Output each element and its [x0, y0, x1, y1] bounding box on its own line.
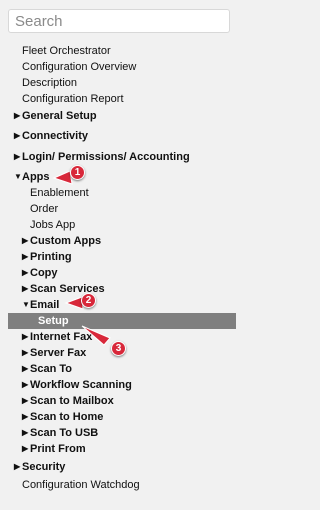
- nav-item-copy[interactable]: ▶ Copy: [22, 265, 58, 281]
- nav-item-configuration-overview[interactable]: Configuration Overview: [22, 59, 136, 75]
- nav-item-label: Scan To: [30, 363, 72, 375]
- nav-item-scan-to[interactable]: ▶ Scan To: [22, 361, 72, 377]
- nav-item-label: Scan to Mailbox: [30, 395, 114, 407]
- annotation-badge-3: 3: [111, 341, 126, 356]
- nav-item-email[interactable]: ▼Email: [22, 297, 59, 313]
- caret-right-icon: ▶: [22, 396, 29, 405]
- nav-item-login-permissions-accounting[interactable]: ▶ Login/ Permissions/ Accounting: [14, 149, 190, 165]
- caret-right-icon: ▶: [22, 348, 29, 357]
- caret-right-icon: ▶: [22, 268, 29, 277]
- annotation-badge-1: 1: [70, 165, 85, 180]
- caret-down-icon: ▼: [14, 172, 22, 181]
- nav-item-label: Configuration Watchdog: [22, 479, 140, 491]
- nav-item-label: Scan to Home: [30, 411, 104, 423]
- nav-item-label: General Setup: [22, 110, 97, 122]
- nav-item-server-fax[interactable]: ▶ Server Fax: [22, 345, 86, 361]
- nav-item-label: Configuration Report: [22, 93, 124, 105]
- nav-item-label: Configuration Overview: [22, 61, 137, 73]
- nav-item-label: Connectivity: [22, 130, 89, 142]
- nav-item-general-setup[interactable]: ▶ General Setup: [14, 108, 97, 124]
- caret-right-icon: ▶: [22, 428, 29, 437]
- nav-item-label: Scan To USB: [30, 427, 99, 439]
- nav-item-configuration-report[interactable]: Configuration Report: [22, 91, 124, 107]
- nav-item-setup[interactable]: Setup: [8, 313, 236, 329]
- nav-item-label: Security: [22, 461, 66, 473]
- navigation-panel: Fleet Orchestrator Configuration Overvie…: [0, 0, 254, 510]
- nav-item-label: Internet Fax: [30, 331, 93, 343]
- nav-item-printing[interactable]: ▶ Printing: [22, 249, 72, 265]
- nav-item-label: Server Fax: [30, 347, 87, 359]
- caret-right-icon: ▶: [22, 380, 29, 389]
- nav-item-label: Custom Apps: [30, 235, 102, 247]
- nav-item-scan-to-usb[interactable]: ▶ Scan To USB: [22, 425, 98, 441]
- nav-item-custom-apps[interactable]: ▶ Custom Apps: [22, 233, 101, 249]
- caret-right-icon: ▶: [22, 284, 29, 293]
- nav-item-internet-fax[interactable]: ▶ Internet Fax: [22, 329, 92, 345]
- nav-item-label: Enablement: [30, 187, 89, 199]
- nav-item-label: Printing: [30, 251, 72, 263]
- nav-item-workflow-scanning[interactable]: ▶ Workflow Scanning: [22, 377, 132, 393]
- nav-item-label: Setup: [38, 315, 69, 327]
- caret-right-icon: ▶: [14, 111, 21, 120]
- nav-item-order[interactable]: Order: [30, 201, 58, 217]
- caret-right-icon: ▶: [22, 444, 29, 453]
- search-input[interactable]: [8, 9, 230, 33]
- nav-item-apps[interactable]: ▼Apps: [14, 169, 50, 185]
- nav-item-label: Copy: [30, 267, 58, 279]
- caret-right-icon: ▶: [14, 152, 21, 161]
- nav-item-label: Apps: [22, 171, 50, 183]
- nav-item-jobs-app[interactable]: Jobs App: [30, 217, 75, 233]
- nav-item-label: Workflow Scanning: [30, 379, 132, 391]
- nav-item-scan-to-home[interactable]: ▶ Scan to Home: [22, 409, 103, 425]
- nav-item-label: Login/ Permissions/ Accounting: [22, 151, 190, 163]
- caret-right-icon: ▶: [22, 236, 29, 245]
- caret-right-icon: ▶: [22, 364, 29, 373]
- nav-item-connectivity[interactable]: ▶ Connectivity: [14, 128, 88, 144]
- nav-item-scan-to-mailbox[interactable]: ▶ Scan to Mailbox: [22, 393, 114, 409]
- caret-right-icon: ▶: [14, 462, 21, 471]
- nav-item-label: Description: [22, 77, 78, 89]
- nav-item-description[interactable]: Description: [22, 75, 77, 91]
- nav-item-configuration-watchdog[interactable]: Configuration Watchdog: [22, 477, 140, 493]
- nav-item-label: Fleet Orchestrator: [22, 45, 111, 57]
- nav-item-label: Order: [30, 203, 59, 215]
- nav-item-enablement[interactable]: Enablement: [30, 185, 89, 201]
- caret-right-icon: ▶: [22, 252, 29, 261]
- annotation-badge-2: 2: [81, 293, 96, 308]
- caret-right-icon: ▶: [22, 332, 29, 341]
- nav-item-fleet-orchestrator[interactable]: Fleet Orchestrator: [22, 43, 111, 59]
- caret-down-icon: ▼: [22, 300, 30, 309]
- nav-item-label: Email: [30, 299, 60, 311]
- nav-item-label: Print From: [30, 443, 86, 455]
- nav-item-label: Scan Services: [30, 283, 105, 295]
- nav-item-label: Jobs App: [30, 219, 76, 231]
- nav-item-security[interactable]: ▶ Security: [14, 459, 65, 475]
- caret-right-icon: ▶: [22, 412, 29, 421]
- nav-item-print-from[interactable]: ▶ Print From: [22, 441, 86, 457]
- caret-right-icon: ▶: [14, 131, 21, 140]
